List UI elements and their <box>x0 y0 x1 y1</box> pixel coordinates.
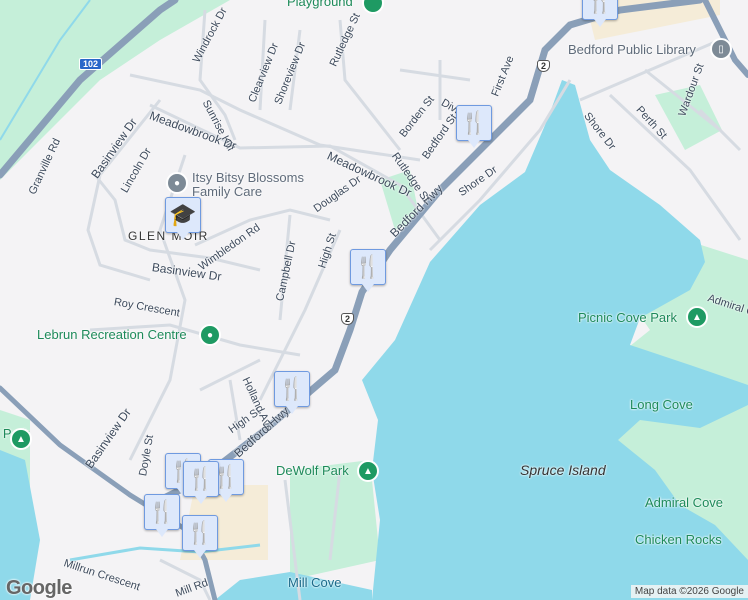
park-pin-icon[interactable]: ▲ <box>686 306 708 328</box>
library-pin-icon[interactable]: ▯ <box>710 38 732 60</box>
restaurant-marker-fork-knife-icon[interactable]: 🍴 <box>274 371 310 414</box>
restaurant-marker-fork-knife-icon[interactable]: 🍴 <box>350 249 386 292</box>
chicken-rocks-label: Chicken Rocks <box>635 532 722 547</box>
google-logo: Google <box>6 577 72 599</box>
route-road <box>702 0 748 78</box>
daycare-label: Itsy Bitsy Blossoms Family Care <box>192 170 304 199</box>
map-canvas[interactable] <box>0 0 748 600</box>
school-marker-graduation-cap-icon[interactable]: 🎓 <box>165 197 201 240</box>
map-attribution[interactable]: Map data ©2026 Google <box>630 585 748 598</box>
dewolf-park-label: DeWolf Park <box>276 463 349 478</box>
restaurant-marker-fork-knife-icon[interactable]: 🍴 <box>582 0 618 27</box>
park-pin-icon[interactable]: ▲ <box>10 428 32 450</box>
library-label: Bedford Public Library <box>568 42 696 57</box>
rec-centre-label: Lebrun Recreation Centre <box>37 327 187 342</box>
restaurant-marker-fork-knife-icon[interactable]: 🍴 <box>182 515 218 558</box>
playground-label: Playground <box>287 0 353 9</box>
park-pin-icon[interactable]: ▲ <box>357 460 379 482</box>
long-cove-label: Long Cove <box>630 397 693 412</box>
mill-cove-label: Mill Cove <box>288 575 342 590</box>
rec-centre-pin-icon[interactable]: ● <box>199 324 221 346</box>
picnic-cove-label: Picnic Cove Park <box>578 310 677 325</box>
highway-102-shield: 102 <box>79 58 103 70</box>
restaurant-marker-fork-knife-icon[interactable]: 🍴 <box>183 461 219 504</box>
spruce-island-label: Spruce Island <box>520 462 606 478</box>
restaurant-marker-fork-knife-icon[interactable]: 🍴 <box>456 105 492 148</box>
daycare-pin-icon[interactable]: ● <box>166 172 188 194</box>
admiral-cove-label: Admiral Cove <box>645 495 724 510</box>
restaurant-marker-fork-knife-icon[interactable]: 🍴 <box>144 494 180 537</box>
